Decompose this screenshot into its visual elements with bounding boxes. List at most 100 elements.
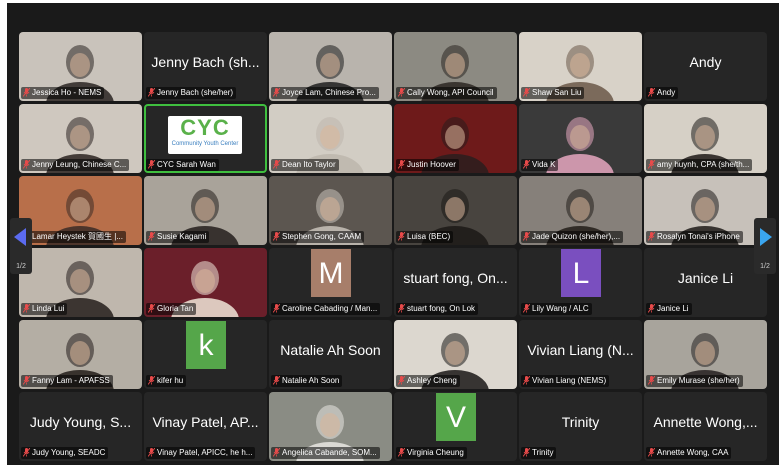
participant-tile[interactable]: Angelica Cabande, SOM... xyxy=(269,392,392,461)
muted-mic-icon xyxy=(23,88,32,98)
muted-mic-icon xyxy=(648,304,657,314)
muted-mic-icon xyxy=(23,304,32,314)
muted-mic-icon xyxy=(523,304,532,314)
participant-tile[interactable]: Annette Wong,... Annette Wong, CAA xyxy=(644,392,767,461)
participant-name-label: Jenny Leung, Chinese C... xyxy=(21,159,130,171)
muted-mic-icon xyxy=(148,232,157,242)
participant-name-label: Janice Li xyxy=(646,303,692,315)
participant-name-text: Lily Wang / ALC xyxy=(532,304,589,313)
participant-name-label: stuart fong, On Lok xyxy=(396,303,479,315)
muted-mic-icon xyxy=(23,448,32,458)
participant-display-name: Annette Wong,... xyxy=(653,414,758,430)
muted-mic-icon xyxy=(23,376,32,386)
participant-name-label: Jessica Ho - NEMS xyxy=(21,87,105,99)
participant-tile[interactable]: Trinity Trinity xyxy=(519,392,642,461)
muted-mic-icon xyxy=(523,88,532,98)
muted-mic-icon xyxy=(273,160,282,170)
participant-tile[interactable]: Ashley Cheng xyxy=(394,320,517,389)
chevron-right-icon xyxy=(760,228,772,246)
participant-tile[interactable]: Dean Ito Taylor xyxy=(269,104,392,173)
participant-name-label: Vinay Patel, APICC, he h... xyxy=(146,447,256,459)
muted-mic-icon xyxy=(398,304,407,314)
participant-tile[interactable]: Natalie Ah Soon Natalie Ah Soon xyxy=(269,320,392,389)
muted-mic-icon xyxy=(648,232,657,242)
participant-avatar-initial: V xyxy=(436,393,476,441)
participant-tile[interactable]: Joyce Lam, Chinese Pro... xyxy=(269,32,392,101)
participant-tile[interactable]: stuart fong, On... stuart fong, On Lok xyxy=(394,248,517,317)
muted-mic-icon xyxy=(648,376,657,386)
muted-mic-icon xyxy=(23,160,32,170)
participant-tile[interactable]: Cally Wong, API Council xyxy=(394,32,517,101)
participant-name-label: Natalie Ah Soon xyxy=(271,375,343,387)
participant-tile[interactable]: Stephen Gong, CAAM xyxy=(269,176,392,245)
participant-name-text: stuart fong, On Lok xyxy=(407,304,476,313)
participant-tile[interactable]: Gloria Tan xyxy=(144,248,267,317)
muted-mic-icon xyxy=(398,232,407,242)
participant-tile[interactable]: CYC Community Youth Center CYC Sarah Wan xyxy=(144,104,267,173)
participant-tile[interactable]: Susie Kagami xyxy=(144,176,267,245)
participant-name-label: Fanny Lam - APAFSS xyxy=(21,375,113,387)
participant-tile[interactable]: Andy Andy xyxy=(644,32,767,101)
participant-tile[interactable]: Fanny Lam - APAFSS xyxy=(19,320,142,389)
participant-tile[interactable]: Shaw San Liu xyxy=(519,32,642,101)
participant-name-label: Stephen Gong, CAAM xyxy=(271,231,365,243)
participant-name-text: Trinity xyxy=(532,448,554,457)
participant-name-text: Caroline Cabading / Man... xyxy=(282,304,378,313)
participant-name-text: Shaw San Liu xyxy=(532,88,582,97)
participant-name-text: Justin Hoover xyxy=(407,160,456,169)
participant-tile[interactable]: Jessica Ho - NEMS xyxy=(19,32,142,101)
muted-mic-icon xyxy=(273,232,282,242)
participant-tile[interactable]: V Virginia Cheung xyxy=(394,392,517,461)
cyc-logo-text: CYC xyxy=(180,115,230,140)
participant-name-text: Judy Young, SEADC xyxy=(32,448,106,457)
participant-name-label: Vivian Liang (NEMS) xyxy=(521,375,610,387)
participant-name-label: Gloria Tan xyxy=(146,303,197,315)
participant-name-label: kifer hu xyxy=(146,375,187,387)
participant-tile[interactable]: Vida K xyxy=(519,104,642,173)
participant-name-label: Andy xyxy=(646,87,679,99)
participant-tile[interactable]: k kifer hu xyxy=(144,320,267,389)
participant-tile[interactable]: M Caroline Cabading / Man... xyxy=(269,248,392,317)
participant-tile[interactable]: Vinay Patel, AP... Vinay Patel, APICC, he… xyxy=(144,392,267,461)
next-page-count: 1/2 xyxy=(760,263,770,270)
participant-name-label: Cally Wong, API Council xyxy=(396,87,497,99)
participant-tile[interactable]: Emily Murase (she/her) xyxy=(644,320,767,389)
participant-tile[interactable]: amy huynh, CPA (she/th... xyxy=(644,104,767,173)
participant-name-text: Dean Ito Taylor xyxy=(282,160,336,169)
muted-mic-icon xyxy=(523,448,532,458)
participant-name-label: CYC Sarah Wan xyxy=(146,159,219,171)
participant-display-name: Jenny Bach (sh... xyxy=(151,54,260,70)
participant-tile[interactable]: Vivian Liang (N... Vivian Liang (NEMS) xyxy=(519,320,642,389)
participant-tile[interactable]: Jenny Leung, Chinese C... xyxy=(19,104,142,173)
participant-tile[interactable]: Justin Hoover xyxy=(394,104,517,173)
participant-tile[interactable]: Judy Young, S... Judy Young, SEADC xyxy=(19,392,142,461)
participant-name-text: Jenny Bach (she/her) xyxy=(157,88,234,97)
muted-mic-icon xyxy=(523,376,532,386)
prev-page-count: 1/2 xyxy=(16,263,26,270)
participant-tile[interactable]: Rosalyn Tonai's iPhone xyxy=(644,176,767,245)
participant-name-text: CYC Sarah Wan xyxy=(157,160,216,169)
participant-tile[interactable]: Linda Lui xyxy=(19,248,142,317)
participant-tile[interactable]: Luisa (BEC) xyxy=(394,176,517,245)
muted-mic-icon xyxy=(523,232,532,242)
participant-name-text: kifer hu xyxy=(157,376,184,385)
participant-name-text: Vinay Patel, APICC, he h... xyxy=(157,448,253,457)
muted-mic-icon xyxy=(648,88,657,98)
cyc-logo-subtitle: Community Youth Center xyxy=(171,141,239,147)
participant-name-label: Linda Lui xyxy=(21,303,68,315)
participant-tile[interactable]: Jenny Bach (sh... Jenny Bach (she/her) xyxy=(144,32,267,101)
previous-page-button[interactable]: 1/2 xyxy=(10,218,32,274)
muted-mic-icon xyxy=(148,88,157,98)
cyc-logo: CYC Community Youth Center xyxy=(168,116,242,154)
participant-name-text: Emily Murase (she/her) xyxy=(657,376,740,385)
participant-tile[interactable]: L Lily Wang / ALC xyxy=(519,248,642,317)
muted-mic-icon xyxy=(648,160,657,170)
participant-tile[interactable]: Lamar Heystek 賀國生 |... xyxy=(19,176,142,245)
participant-name-text: Ashley Cheng xyxy=(407,376,457,385)
participant-tile[interactable]: Janice Li Janice Li xyxy=(644,248,767,317)
participant-name-text: Virginia Cheung xyxy=(407,448,464,457)
participant-name-text: Luisa (BEC) xyxy=(407,232,451,241)
next-page-button[interactable]: 1/2 xyxy=(754,218,776,274)
participant-name-label: Caroline Cabading / Man... xyxy=(271,303,381,315)
participant-tile[interactable]: Jade Quizon (she/her),... xyxy=(519,176,642,245)
